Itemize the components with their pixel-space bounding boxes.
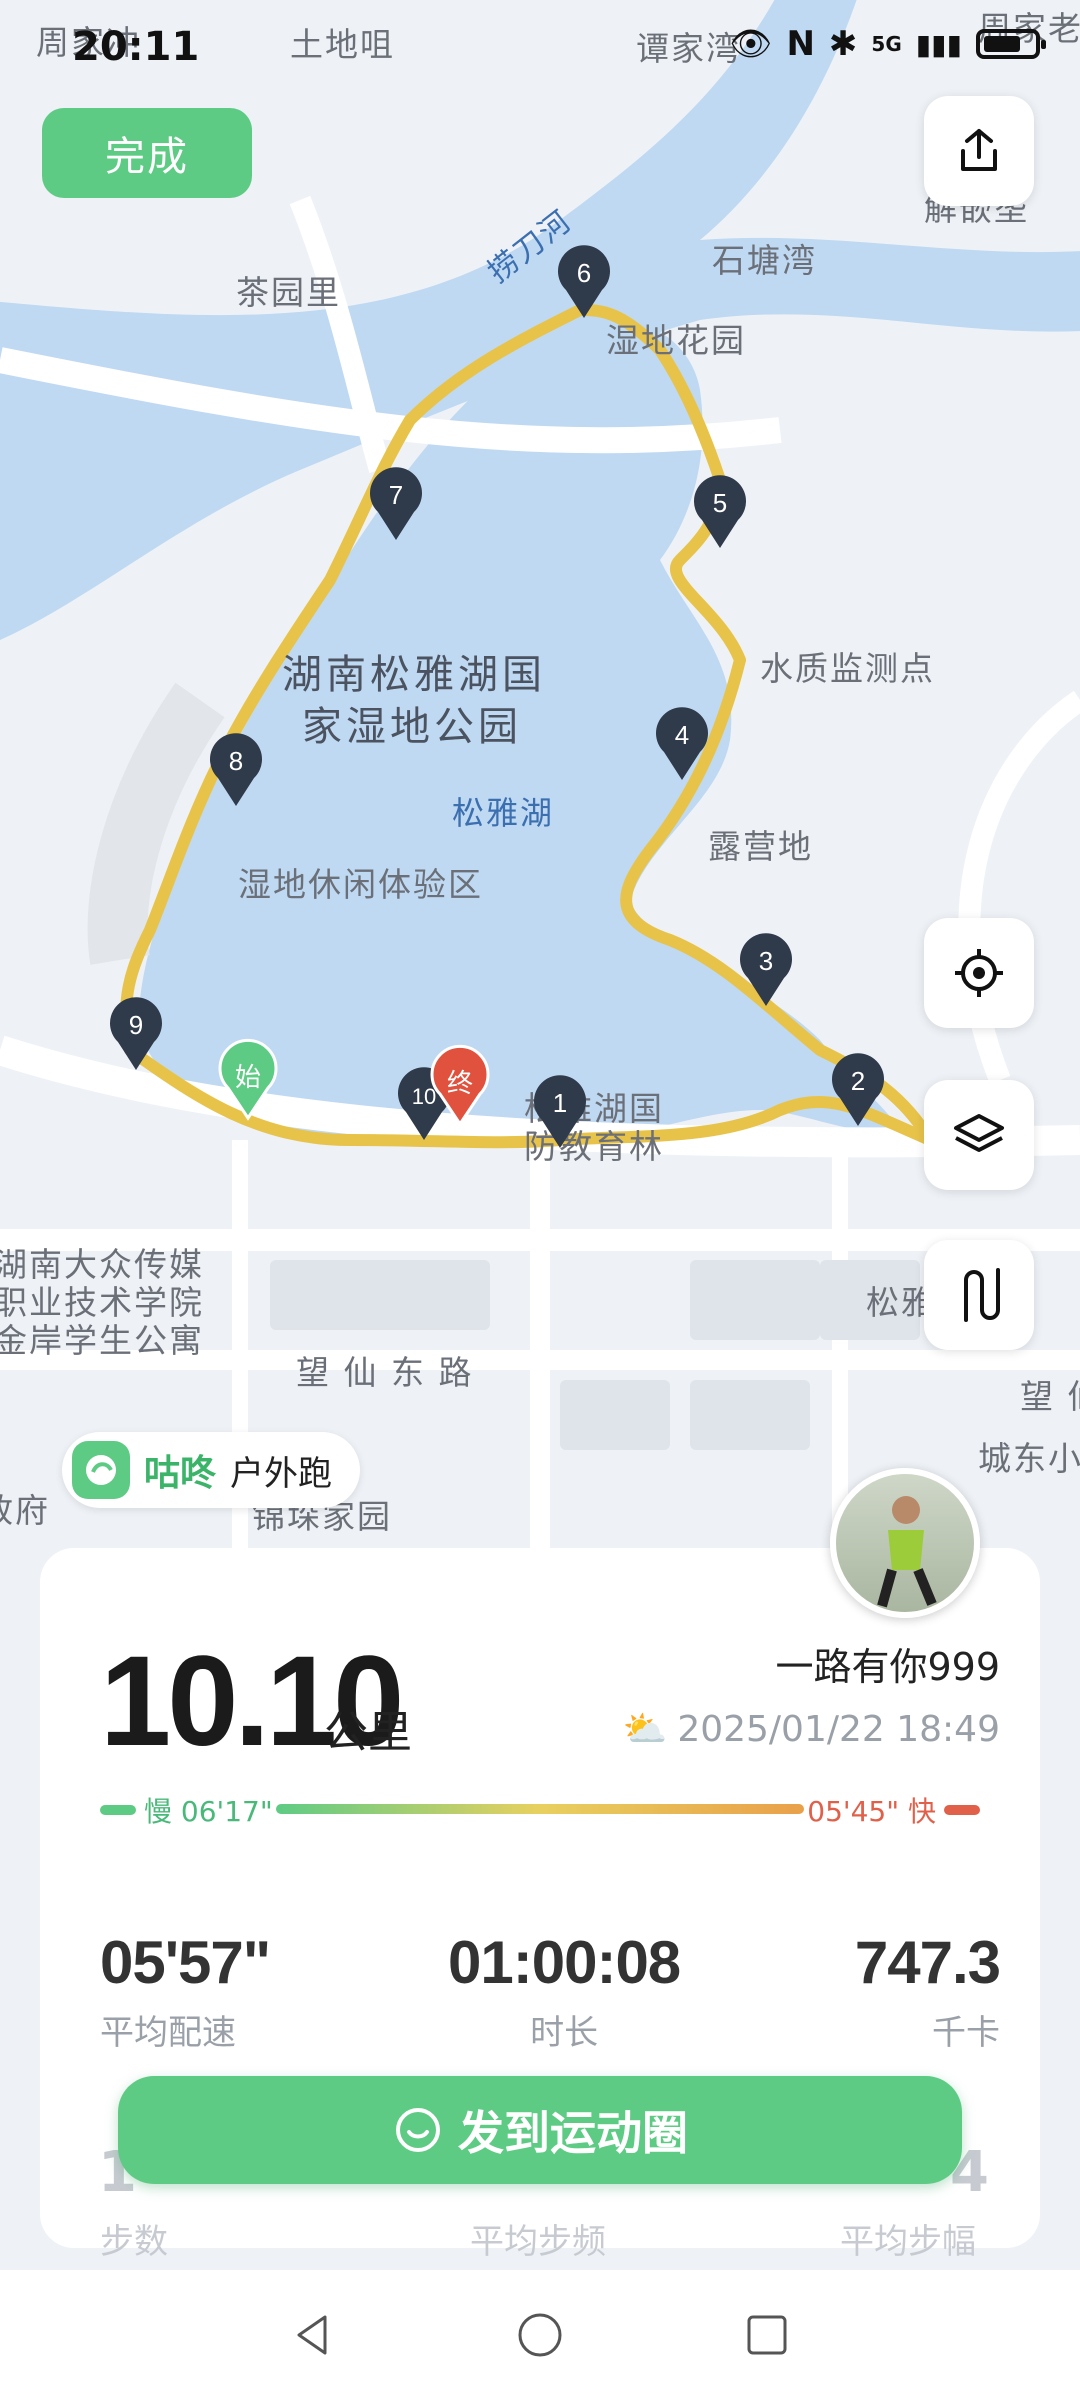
share-export-button[interactable] <box>924 96 1034 206</box>
km-marker-7: 7 <box>370 467 422 540</box>
activity-type: 户外跑 <box>230 1453 333 1494</box>
recents-icon[interactable] <box>743 2311 791 2359</box>
back-icon[interactable] <box>289 2311 337 2359</box>
user-nickname: 一路有你999 <box>775 1645 1000 1689</box>
layers-button[interactable] <box>924 1080 1034 1190</box>
map-label: 政府 <box>0 1491 50 1530</box>
svg-text:8: 8 <box>229 746 243 776</box>
home-icon[interactable] <box>516 2311 564 2359</box>
map-label: 望 仙 <box>1020 1377 1080 1416</box>
map-label: 金岸学生公寓 <box>0 1321 204 1360</box>
eye-icon: 👁 <box>729 24 773 64</box>
pace-gradient <box>276 1804 804 1814</box>
done-button[interactable]: 完成 <box>42 108 252 198</box>
weather-cloudy-icon: ⛅ <box>622 1709 668 1750</box>
run-datetime: ⛅ 2025/01/22 18:49 <box>622 1708 1000 1751</box>
svg-text:9: 9 <box>129 1010 143 1040</box>
stat-duration: 01:00:08 时长 <box>448 1929 681 2053</box>
svg-text:10: 10 <box>412 1084 436 1109</box>
pace-range-bar: 慢 06'17" 05'45" 快 <box>100 1790 980 1830</box>
stat-calories: 747.3 千卡 <box>854 1929 1001 2053</box>
status-icons: 👁 N ✱ 5G ▮▮▮ <box>729 24 1046 64</box>
map-label: 城东小 <box>978 1439 1080 1478</box>
pace-fastest: 05'45" 快 <box>807 1790 980 1830</box>
stat-stride-label: 平均步幅 <box>840 2222 976 2262</box>
codoon-logo-icon <box>72 1441 130 1499</box>
km-marker-2: 2 <box>832 1053 884 1126</box>
start-marker: 始 <box>218 1038 278 1121</box>
svg-text:2: 2 <box>851 1066 865 1096</box>
nfc-icon: N <box>786 24 815 64</box>
app-brand-chip: 咕咚 户外跑 <box>62 1432 361 1508</box>
svg-text:1: 1 <box>553 1088 567 1118</box>
network-label: 5G <box>871 32 902 56</box>
share-icon <box>961 129 997 171</box>
km-marker-6: 6 <box>558 245 610 318</box>
stat-steps-label: 步数 <box>100 2222 168 2262</box>
road-label: 望 仙 东 路 <box>296 1353 474 1392</box>
status-bar: 20:11 👁 N ✱ 5G ▮▮▮ <box>0 0 1080 100</box>
locate-icon <box>955 949 1003 997</box>
route-icon <box>964 1268 1000 1322</box>
svg-text:7: 7 <box>389 480 403 510</box>
status-time: 20:11 <box>72 24 200 70</box>
stat-avg-pace: 05'57" 平均配速 <box>100 1929 271 2053</box>
km-marker-5: 5 <box>694 475 746 548</box>
layers-icon <box>954 1114 1004 1152</box>
locate-button[interactable] <box>924 918 1034 1028</box>
distance-unit: 公里 <box>324 1707 412 1758</box>
svg-text:6: 6 <box>577 258 591 288</box>
share-to-moments-button[interactable]: 发到运动圈 <box>118 2076 962 2184</box>
stat-cadence-label: 平均步频 <box>470 2222 606 2262</box>
chat-smile-icon <box>396 2108 440 2152</box>
km-marker-3: 3 <box>740 933 792 1006</box>
svg-text:4: 4 <box>675 720 689 750</box>
km-marker-8: 8 <box>210 733 262 806</box>
route-toggle-button[interactable] <box>924 1240 1034 1350</box>
svg-text:终: 终 <box>447 1069 473 1099</box>
km-marker-1: 1 <box>534 1075 586 1148</box>
signal-icon: ▮▮▮ <box>915 27 962 61</box>
km-marker-4: 4 <box>656 707 708 780</box>
pace-slowest: 慢 06'17" <box>100 1790 273 1830</box>
brand-name: 咕咚 <box>144 1453 217 1494</box>
svg-text:5: 5 <box>713 488 727 518</box>
bluetooth-icon: ✱ <box>828 24 858 64</box>
km-marker-9: 9 <box>110 997 162 1070</box>
battery-icon <box>976 29 1046 59</box>
svg-text:3: 3 <box>759 946 773 976</box>
system-nav-bar <box>0 2270 1080 2400</box>
user-avatar[interactable] <box>830 1468 980 1618</box>
svg-text:始: 始 <box>235 1063 261 1093</box>
